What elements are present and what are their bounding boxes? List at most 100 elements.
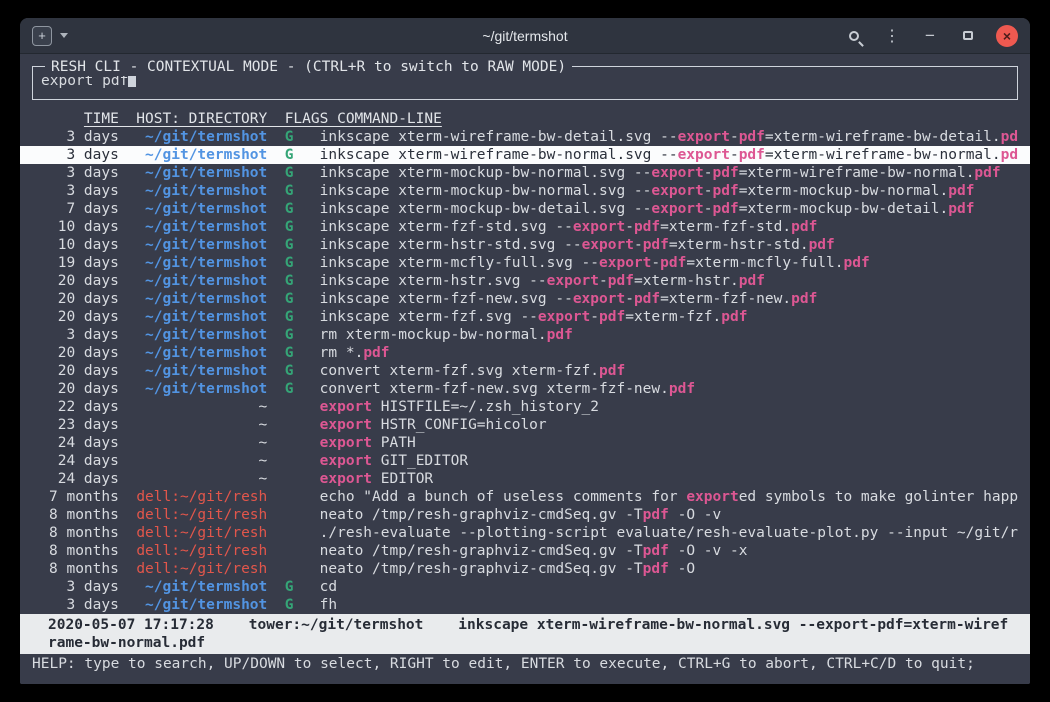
row-time: 3 days [49,597,136,613]
row-flags: G [267,363,319,379]
row-time: 24 days [49,435,136,451]
row-command-text: =xterm-hstr-std. [669,237,809,253]
row-command-text: inkscape xterm-fzf-std.svg -- [320,219,573,235]
row-flags [267,561,319,577]
row-location: ~/git/termshot [136,237,267,253]
row-command-text: echo "Add a bunch of useless comments fo… [320,489,687,505]
row-command-match: pdf [713,165,739,181]
row-location: ~/git/termshot [136,273,267,289]
history-row[interactable]: 8 months dell:~/git/resh ./resh-evaluate… [20,524,1030,542]
row-command-match: pdf [599,363,625,379]
history-row[interactable]: 8 months dell:~/git/resh neato /tmp/resh… [20,506,1030,524]
history-row[interactable]: 7 months dell:~/git/resh echo "Add a bun… [20,488,1030,506]
row-command-text: inkscape xterm-mockup-bw-normal.svg -- [320,183,652,199]
row-command-text: convert xterm-fzf.svg xterm-fzf. [320,363,599,379]
history-row[interactable]: 24 days ~ export EDITOR [20,470,1030,488]
row-time: 22 days [49,399,136,415]
row-command-match: export [678,147,730,163]
row-command-text: =xterm-fzf. [625,309,721,325]
row-location: ~/git/termshot [136,579,267,595]
row-location: dell:~/git/resh [136,543,267,559]
history-row[interactable]: 10 days ~/git/termshot G inkscape xterm-… [20,236,1030,254]
mode-header-label: RESH CLI - CONTEXTUAL MODE - (CTRL+R to … [45,58,572,76]
row-command-match: pdf [948,201,974,217]
row-command-text: HSTR_CONFIG=hicolor [372,417,547,433]
row-command-text: inkscape xterm-hstr.svg -- [320,273,547,289]
history-row[interactable]: 3 days ~/git/termshot G cd [20,578,1030,596]
history-row[interactable]: 3 days ~/git/termshot G inkscape xterm-w… [20,128,1030,146]
row-command-text: inkscape xterm-wireframe-bw-detail.svg -… [320,129,678,145]
row-time: 7 days [49,201,136,217]
history-row[interactable]: 8 months dell:~/git/resh neato /tmp/resh… [20,542,1030,560]
history-row[interactable]: 20 days ~/git/termshot G inkscape xterm-… [20,272,1030,290]
row-time: 7 months [49,489,136,505]
row-time: 8 months [49,561,136,577]
row-flags: G [267,129,319,145]
row-command-text: inkscape xterm-fzf.svg -- [320,309,538,325]
restore-icon [963,31,973,40]
new-tab-button[interactable]: + [32,26,52,46]
minimize-button[interactable]: − [920,26,940,46]
row-location: dell:~/git/resh [136,561,267,577]
search-input[interactable]: RESH CLI - CONTEXTUAL MODE - (CTRL+R to … [32,66,1018,100]
row-flags [267,399,319,415]
row-command-text: convert xterm-fzf-new.svg xterm-fzf-new. [320,381,669,397]
history-row[interactable]: 19 days ~/git/termshot G inkscape xterm-… [20,254,1030,272]
row-command-text: EDITOR [372,471,433,487]
row-command-match: export [320,471,372,487]
row-flags [267,471,319,487]
row-command-match: pdf [660,255,686,271]
row-location: ~/git/termshot [136,201,267,217]
row-command-match: pdf [599,309,625,325]
history-row[interactable]: 20 days ~/git/termshot G convert xterm-f… [20,380,1030,398]
history-row[interactable]: 20 days ~/git/termshot G inkscape xterm-… [20,290,1030,308]
row-command-match: pdf [721,309,747,325]
row-command-text: - [651,255,660,271]
history-row[interactable]: 10 days ~/git/termshot G inkscape xterm-… [20,218,1030,236]
row-location: ~/git/termshot [136,255,267,271]
row-time: 20 days [49,345,136,361]
row-location: ~/git/termshot [136,363,267,379]
history-row[interactable]: 24 days ~ export GIT_EDITOR [20,452,1030,470]
restore-button[interactable] [958,26,978,46]
row-time: 8 months [49,507,136,523]
menu-button[interactable]: ⋮ [882,26,902,46]
history-row[interactable]: 22 days ~ export HISTFILE=~/.zsh_history… [20,398,1030,416]
history-list: 3 days ~/git/termshot G inkscape xterm-w… [20,128,1030,614]
tab-dropdown-caret-icon[interactable] [60,33,68,38]
row-location: ~/git/termshot [136,291,267,307]
close-icon: × [1003,28,1011,44]
history-row[interactable]: 8 months dell:~/git/resh neato /tmp/resh… [20,560,1030,578]
row-command-match: pdf [363,345,389,361]
terminal-window: + ~/git/termshot ⋮ − × RESH CLI - CO [20,18,1030,684]
row-command-match: pdf [791,291,817,307]
row-flags: G [267,147,319,163]
row-flags: G [267,597,319,613]
row-flags [267,525,319,541]
row-command-match: export [651,183,703,199]
row-command-match: pdf [843,255,869,271]
history-row[interactable]: 20 days ~/git/termshot G rm *.pdf [20,344,1030,362]
history-row[interactable]: 3 days ~/git/termshot G fh [20,596,1030,614]
row-location: ~/git/termshot [136,165,267,181]
history-row[interactable]: 23 days ~ export HSTR_CONFIG=hicolor [20,416,1030,434]
row-command-match: pdf [643,507,669,523]
history-row[interactable]: 3 days ~/git/termshot G rm xterm-mockup-… [20,326,1030,344]
search-button[interactable] [844,26,864,46]
history-row[interactable]: 7 days ~/git/termshot G inkscape xterm-m… [20,200,1030,218]
history-row[interactable]: 3 days ~/git/termshot G inkscape xterm-m… [20,164,1030,182]
row-time: 20 days [49,309,136,325]
history-row-selected[interactable]: 3 days ~/git/termshot G inkscape xterm-w… [20,146,1030,164]
close-button[interactable]: × [996,25,1018,47]
row-flags: G [267,381,319,397]
history-row[interactable]: 3 days ~/git/termshot G inkscape xterm-m… [20,182,1030,200]
row-flags [267,453,319,469]
history-row[interactable]: 24 days ~ export PATH [20,434,1030,452]
row-flags [267,543,319,559]
row-location: dell:~/git/resh [136,507,267,523]
history-row[interactable]: 20 days ~/git/termshot G inkscape xterm-… [20,308,1030,326]
history-row[interactable]: 20 days ~/git/termshot G convert xterm-f… [20,362,1030,380]
row-time: 10 days [49,237,136,253]
row-flags: G [267,273,319,289]
row-location: dell:~/git/resh [136,525,267,541]
